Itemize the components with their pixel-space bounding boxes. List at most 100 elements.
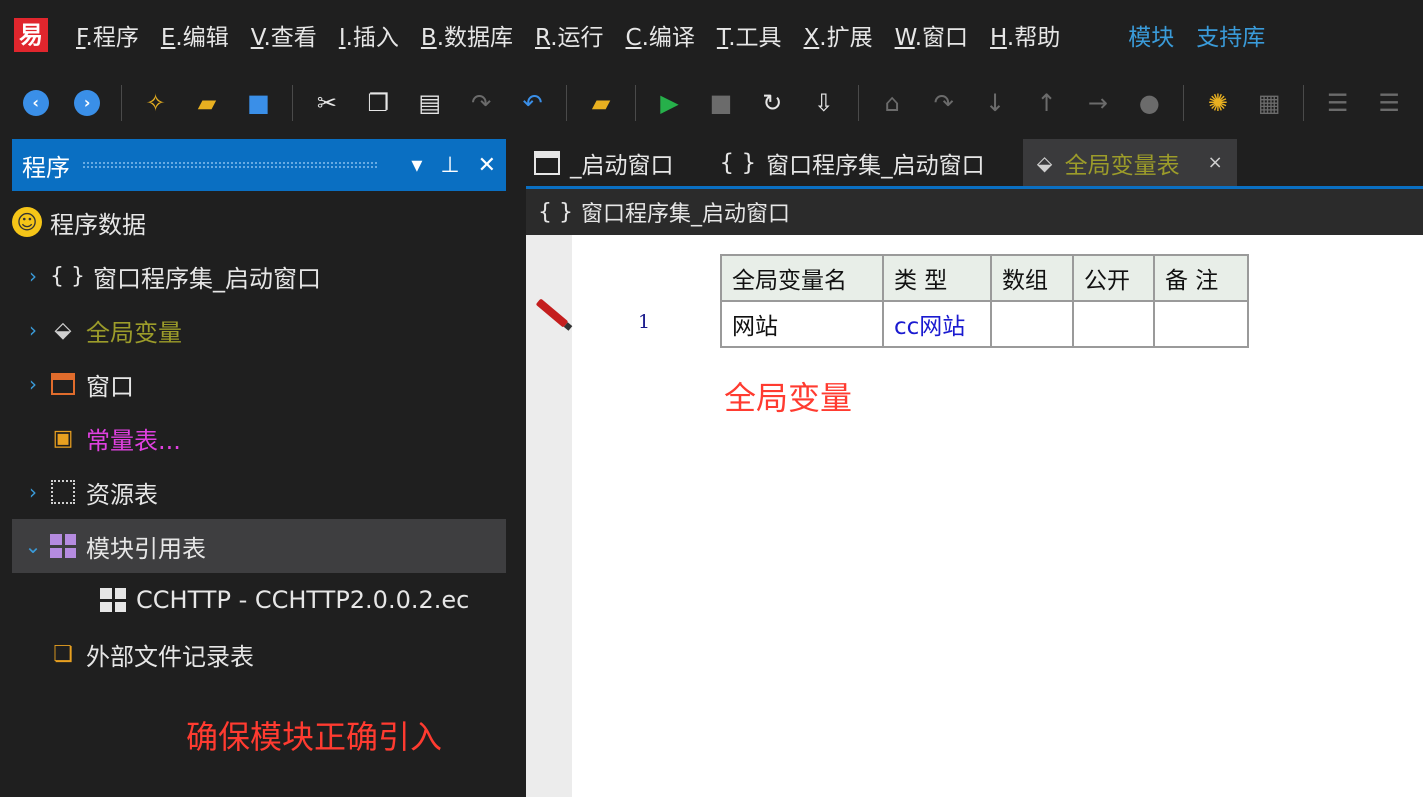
panel-drag-handle[interactable]: [82, 161, 380, 169]
tab-close-icon[interactable]: ×: [1208, 152, 1223, 173]
toolbar: ‹ › ✧ ▰ ■ ✂ ❐ ▤ ↷ ↶ ▰ ▶ ■ ↻ ⇩ ⌂ ↷ ↓ ↑ → …: [0, 70, 1423, 136]
stop-icon[interactable]: ■: [703, 85, 738, 121]
run-to-cursor-icon[interactable]: →: [1080, 85, 1115, 121]
braces-icon: { }: [719, 149, 757, 176]
chevron-right-icon[interactable]: ›: [18, 480, 48, 504]
menu-window[interactable]: W.窗口: [895, 18, 968, 52]
save-icon[interactable]: ■: [241, 85, 276, 121]
tree-item-label: CCHTTP - CCHTTP2.0.0.2.ec: [136, 586, 470, 614]
menu-link-support-libs[interactable]: 支持库: [1196, 18, 1265, 52]
tree-item-constants[interactable]: ▣ 常量表...: [12, 411, 506, 465]
tree-item-label: 资源表: [86, 480, 158, 509]
toolbar-separator: [634, 85, 636, 121]
toolbar-separator: [566, 85, 568, 121]
restart-icon[interactable]: ↻: [755, 85, 790, 121]
forward-icon[interactable]: ›: [69, 85, 104, 121]
menu-insert[interactable]: I.插入: [339, 18, 399, 52]
menu-program[interactable]: F.程序: [76, 18, 139, 52]
cell-array[interactable]: [990, 300, 1074, 348]
tree-item-root[interactable]: ☺ 程序数据: [12, 195, 506, 249]
tab-window-assembly[interactable]: { } 窗口程序集_启动窗口: [712, 139, 995, 186]
new-file-icon[interactable]: ✧: [138, 85, 173, 121]
compile-icon[interactable]: ⇩: [806, 85, 841, 121]
tab-startup-window[interactable]: _启动窗口: [526, 139, 684, 186]
menu-database[interactable]: B.数据库: [421, 18, 513, 52]
breakpoint-icon[interactable]: ●: [1132, 85, 1167, 121]
chevron-right-icon[interactable]: ›: [18, 372, 48, 396]
dropdown-icon[interactable]: ▾: [411, 153, 422, 178]
step-icon[interactable]: ↷: [926, 85, 961, 121]
run-icon[interactable]: ▶: [652, 85, 687, 121]
smiley-icon: ☺: [12, 207, 42, 237]
toolbar-separator: [120, 85, 122, 121]
toolbar-separator: [1302, 85, 1304, 121]
chevron-right-icon[interactable]: ›: [18, 318, 48, 342]
annotation-global-var: 全局变量: [724, 379, 853, 417]
toolbar-separator: [292, 85, 294, 121]
menu-run[interactable]: R.运行: [535, 18, 603, 52]
resource-icon: [48, 477, 78, 507]
paste-icon[interactable]: ▤: [412, 85, 447, 121]
chevron-right-icon[interactable]: ›: [18, 264, 48, 288]
cut-icon[interactable]: ✂: [309, 85, 344, 121]
editor-gutter: [526, 235, 572, 797]
program-panel-header: 程序 ▾ ⊥ ✕: [12, 139, 506, 191]
tree-item-module-cchttp[interactable]: CCHTTP - CCHTTP2.0.0.2.ec: [12, 573, 506, 627]
tree-item-label: 全局变量: [86, 318, 182, 347]
menu-extend[interactable]: X.扩展: [804, 18, 873, 52]
header-array: 数组: [990, 254, 1074, 302]
menu-help[interactable]: H.帮助: [990, 18, 1060, 52]
external-files-icon: ❏: [53, 641, 73, 667]
align-left-icon[interactable]: ☰: [1320, 85, 1355, 121]
tree-item-resources[interactable]: › 资源表: [12, 465, 506, 519]
window-icon: [48, 369, 78, 399]
toolbar-separator: [857, 85, 859, 121]
properties-icon[interactable]: ▦: [1252, 85, 1287, 121]
lightbulb-icon[interactable]: ✺: [1200, 85, 1235, 121]
menu-compile[interactable]: C.编译: [626, 18, 695, 52]
cell-public[interactable]: [1072, 300, 1155, 348]
menu-tools[interactable]: T.工具: [717, 18, 782, 52]
tree-item-label: 常量表...: [86, 426, 181, 455]
tree-item-windows[interactable]: › 窗口: [12, 357, 506, 411]
tree-item-label: 模块引用表: [86, 534, 206, 563]
step-over-icon[interactable]: ⌂: [874, 85, 909, 121]
open-folder-icon[interactable]: ▰: [189, 85, 224, 121]
back-icon[interactable]: ‹: [18, 85, 53, 121]
pin-icon[interactable]: ⊥: [440, 153, 459, 178]
undo-icon[interactable]: ↶: [515, 85, 550, 121]
cell-note[interactable]: [1153, 300, 1249, 348]
header-public: 公开: [1072, 254, 1155, 302]
global-var-editor[interactable]: 1 全局变量名 类 型 数组 公开 备 注 网站 cc网站 全局变量: [526, 235, 1423, 797]
tree-item-label: 外部文件记录表: [86, 642, 254, 671]
chevron-down-icon[interactable]: ⌄: [18, 534, 48, 558]
step-out-icon[interactable]: ↑: [1029, 85, 1064, 121]
menu-view[interactable]: V.查看: [251, 18, 317, 52]
tree-item-label: 窗口: [86, 372, 134, 401]
align-right-icon[interactable]: ☰: [1371, 85, 1406, 121]
cell-type[interactable]: cc网站: [882, 300, 992, 348]
tree-item-external-files[interactable]: ❏ 外部文件记录表: [12, 627, 506, 681]
cell-var-name[interactable]: 网站: [720, 300, 884, 348]
copy-icon[interactable]: ❐: [361, 85, 396, 121]
tab-global-var-table[interactable]: ⬙ 全局变量表 ×: [1022, 139, 1237, 186]
tree-item-global-vars[interactable]: › ⬙ 全局变量: [12, 303, 506, 357]
step-into-icon[interactable]: ↓: [977, 85, 1012, 121]
redo-icon[interactable]: ↷: [463, 85, 498, 121]
close-icon[interactable]: ✕: [478, 153, 496, 178]
menu-link-modules[interactable]: 模块: [1128, 18, 1174, 52]
global-var-icon: ⬙: [54, 317, 72, 343]
find-folder-icon[interactable]: ▰: [583, 85, 618, 121]
global-var-icon: ⬙: [1036, 150, 1053, 175]
header-type: 类 型: [882, 254, 992, 302]
app-logo-icon: 易: [14, 18, 48, 52]
global-var-table: 全局变量名 类 型 数组 公开 备 注 网站 cc网站: [720, 254, 1249, 348]
tree-item-window-assembly[interactable]: › { } 窗口程序集_启动窗口: [12, 249, 506, 303]
tree-item-module-refs[interactable]: ⌄ 模块引用表: [12, 519, 506, 573]
module-icon: [98, 585, 128, 615]
window-icon: [534, 150, 560, 175]
breadcrumb-label: 窗口程序集_启动窗口: [581, 202, 791, 227]
panel-title: 程序: [22, 153, 70, 182]
header-note: 备 注: [1153, 254, 1249, 302]
menu-edit[interactable]: E.编辑: [161, 18, 229, 52]
